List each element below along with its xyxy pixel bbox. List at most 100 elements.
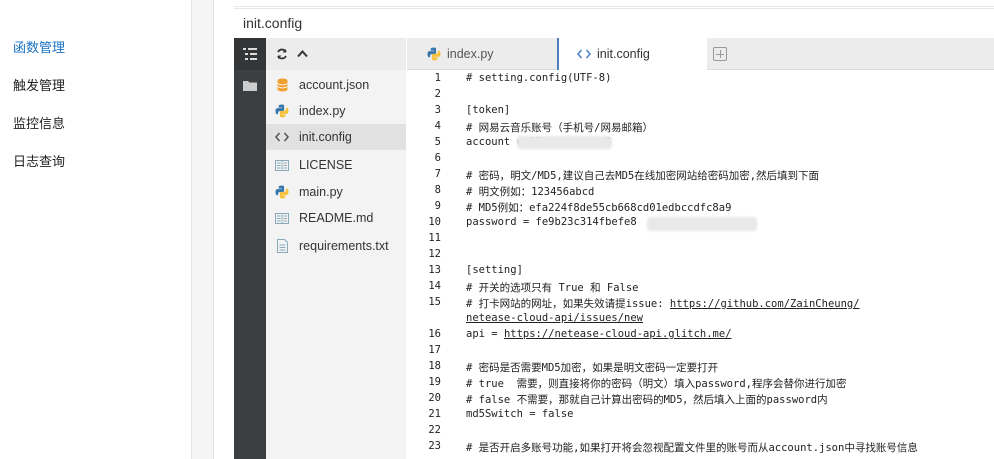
tab-label: index.py: [447, 47, 494, 61]
python-icon: [275, 185, 289, 199]
file-tree-toolbar: [266, 38, 406, 70]
folder-icon: [243, 80, 257, 91]
python-icon: [275, 104, 289, 118]
code-line: [setting]: [466, 264, 523, 276]
code-text: # 打卡网站的网址，如果失效请提issue:: [466, 298, 670, 310]
file-init-config[interactable]: init.config: [266, 124, 406, 150]
code-text: # 开关的选项只有 True 和 False: [466, 282, 639, 294]
panel-divider: [234, 6, 994, 7]
collapse-icon[interactable]: [297, 49, 308, 58]
code-link[interactable]: https://github.com/ZainCheung/: [670, 298, 860, 310]
line-number: 21: [428, 408, 441, 420]
code-line: # 网易云音乐账号（手机号/网易邮箱）: [466, 120, 653, 135]
file-license[interactable]: LICENSE: [266, 152, 406, 178]
file-index-py[interactable]: index.py: [266, 98, 406, 124]
file-icon: [275, 239, 289, 253]
code-line: [token]: [466, 104, 510, 116]
code-text: password = fe9b23c314fbefe8: [466, 216, 637, 228]
code-line: # setting.config(UTF-8): [466, 72, 611, 84]
code-text: # 网易云音乐账号（手机号/网易邮箱）: [466, 122, 653, 134]
document-icon: [275, 211, 289, 225]
refresh-icon[interactable]: [276, 48, 288, 60]
line-number: 14: [428, 280, 441, 292]
code-line: # 打卡网站的网址，如果失效请提issue: https://github.co…: [466, 296, 860, 311]
line-number: 20: [428, 392, 441, 404]
line-number: 1: [434, 72, 441, 84]
code-text: # MD5例如：efa224f8de55cb668cd01edbccdfc8a9: [466, 202, 732, 214]
code-text: [setting]: [466, 264, 523, 276]
code-line: # false 不需要，那就自己计算出密码的MD5，然后填入上面的passwor…: [466, 392, 828, 407]
file-name: init.config: [299, 130, 352, 144]
code-link[interactable]: netease-cloud-api/issues/new: [466, 312, 643, 324]
line-number: 13: [428, 264, 441, 276]
file-name: requirements.txt: [299, 239, 389, 253]
file-account-json[interactable]: account.json: [266, 72, 406, 98]
line-number: 3: [434, 104, 441, 116]
code-line: # 开关的选项只有 True 和 False: [466, 280, 639, 295]
code-editor[interactable]: 1 # setting.config(UTF-8) 2 3 [token] 4 # 网易云音…: [407, 70, 994, 459]
line-number: 16: [428, 328, 441, 340]
code-icon: [577, 49, 591, 59]
code-text: # 是否开启多账号功能,如果打开将会忽视配置文件里的账号而从account.js…: [466, 442, 918, 454]
code-text: # false 不需要，那就自己计算出密码的MD5，然后填入上面的passwor…: [466, 394, 828, 406]
line-number: 19: [428, 376, 441, 388]
code-text: [token]: [466, 104, 511, 116]
line-number: 6: [434, 152, 441, 164]
file-name: LICENSE: [299, 158, 353, 172]
code-link[interactable]: https://netease-cloud-api.glitch.me/: [504, 328, 732, 340]
tab-label: init.config: [597, 47, 650, 61]
line-number: 22: [428, 424, 441, 436]
panel-title: init.config: [243, 15, 303, 31]
list-tree-icon: [243, 48, 257, 60]
code-text: # 密码是否需要MD5加密，如果是明文密码一定要打开: [466, 362, 719, 374]
code-line: # true 需要，则直接将你的密码（明文）填入password,程序会替你进行…: [466, 376, 846, 391]
line-number: 11: [428, 232, 441, 244]
line-number: 18: [428, 360, 441, 372]
file-name: account.json: [299, 78, 370, 92]
database-icon: [275, 78, 289, 92]
code-line: # 明文例如：123456abcd: [466, 184, 594, 199]
code-line: password = fe9b23c314fbefe8: [466, 216, 637, 228]
line-number: 7: [434, 168, 441, 180]
nav-item-trigger-management[interactable]: 触发管理: [13, 75, 65, 94]
file-list-toggle[interactable]: [234, 38, 266, 70]
activity-bar: [234, 38, 266, 459]
code-line: md5Switch = false: [466, 408, 573, 420]
code-line: api = https://netease-cloud-api.glitch.m…: [466, 328, 732, 340]
code-text: # 密码，明文/MD5,建议自己去MD5在线加密网站给密码加密,然后填到下面: [466, 170, 820, 182]
file-main-py[interactable]: main.py: [266, 179, 406, 205]
file-readme-md[interactable]: README.md: [266, 205, 406, 231]
line-number: 12: [428, 248, 441, 260]
explorer-button[interactable]: [234, 70, 266, 100]
code-line: # MD5例如：efa224f8de55cb668cd01edbccdfc8a9: [466, 200, 731, 215]
editor-tabs: index.py init.config: [407, 38, 994, 70]
line-number: 8: [434, 184, 441, 196]
line-number: 9: [434, 200, 441, 212]
code-line: # 是否开启多账号功能,如果打开将会忽视配置文件里的账号而从account.js…: [466, 440, 918, 455]
code-icon: [275, 130, 289, 144]
nav-item-monitoring[interactable]: 监控信息: [13, 113, 65, 132]
line-number: 15: [428, 296, 441, 308]
nav-item-log-query[interactable]: 日志查询: [13, 151, 65, 170]
file-name: index.py: [299, 104, 346, 118]
code-text: # setting.config(UTF-8): [466, 72, 612, 84]
add-tab-icon[interactable]: [713, 47, 727, 61]
line-number: 2: [434, 88, 441, 100]
code-line: # 密码，明文/MD5,建议自己去MD5在线加密网站给密码加密,然后填到下面: [466, 168, 819, 183]
line-number: 17: [428, 344, 441, 356]
app-root: 函数管理 触发管理 监控信息 日志查询 init.config account.…: [0, 0, 994, 459]
nav-item-function-management[interactable]: 函数管理: [13, 37, 65, 56]
line-number: 23: [428, 440, 441, 452]
file-name: README.md: [299, 211, 374, 225]
file-requirements-txt[interactable]: requirements.txt: [266, 233, 406, 259]
document-icon: [275, 158, 289, 172]
file-tree: account.json index.py init.config LICENS…: [266, 38, 406, 459]
code-line: netease-cloud-api/issues/new: [466, 312, 643, 324]
tab-init-config[interactable]: init.config: [557, 38, 707, 70]
code-text: # true 需要，则直接将你的密码（明文）填入password,程序会替你进行…: [466, 378, 847, 390]
line-number: 5: [434, 136, 441, 148]
python-icon: [427, 47, 441, 61]
line-number: 10: [428, 216, 441, 228]
line-number: 4: [434, 120, 441, 132]
tab-index-py[interactable]: index.py: [407, 38, 557, 70]
